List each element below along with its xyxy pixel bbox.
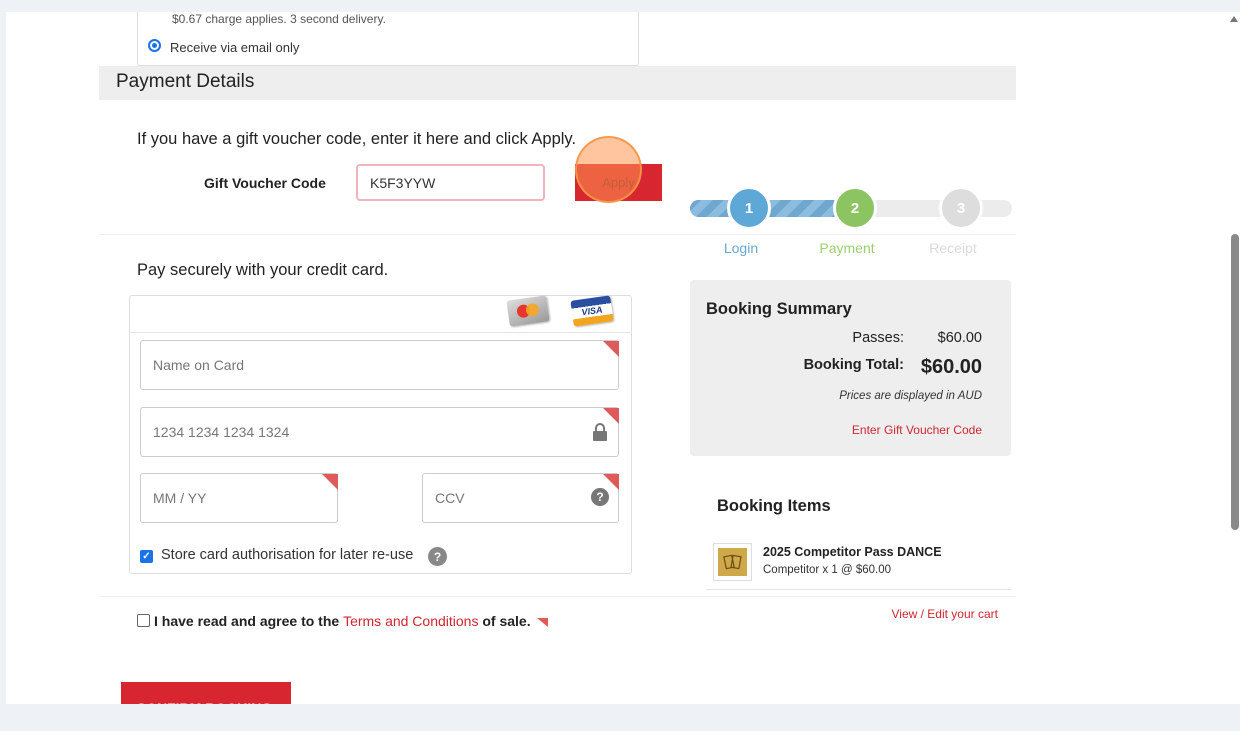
terms-checkbox[interactable] bbox=[137, 614, 150, 627]
ccv-input[interactable] bbox=[422, 473, 619, 523]
checkout-page: $0.67 charge applies. 3 second delivery.… bbox=[6, 12, 1227, 704]
step-payment-label: Payment bbox=[819, 240, 875, 256]
pay-securely-text: Pay securely with your credit card. bbox=[137, 261, 389, 279]
email-only-label[interactable]: Receive via email only bbox=[170, 40, 299, 55]
name-on-card-input[interactable] bbox=[140, 340, 619, 390]
mastercard-icon bbox=[506, 295, 550, 327]
terms-label: I have read and agree to the Terms and C… bbox=[154, 613, 531, 629]
required-marker bbox=[603, 341, 619, 357]
confirm-booking-button[interactable]: CONFIRM BOOKING bbox=[121, 682, 291, 704]
divider bbox=[99, 596, 1016, 597]
sms-delivery-note: $0.67 charge applies. 3 second delivery. bbox=[172, 12, 386, 26]
step-receipt-label: Receipt bbox=[929, 240, 977, 256]
lock-icon bbox=[593, 423, 607, 441]
edit-cart-link[interactable]: View / Edit your cart bbox=[892, 607, 999, 621]
visa-icon: VISA bbox=[570, 295, 614, 327]
item-thumbnail bbox=[713, 543, 752, 581]
terms-suffix: of sale. bbox=[478, 613, 531, 629]
card-form-divider bbox=[129, 332, 632, 333]
scroll-up-arrow[interactable] bbox=[1230, 16, 1238, 22]
email-only-radio[interactable] bbox=[148, 39, 161, 52]
scroll-thumb[interactable] bbox=[1231, 234, 1239, 530]
passes-value: $60.00 bbox=[937, 330, 982, 346]
store-card-label[interactable]: Store card authorisation for later re-us… bbox=[161, 547, 413, 563]
divider bbox=[99, 234, 1016, 235]
step-payment-circle: 2 bbox=[833, 186, 877, 230]
store-card-checkbox[interactable]: ✓ bbox=[140, 550, 153, 563]
enter-gift-voucher-link[interactable]: Enter Gift Voucher Code bbox=[852, 423, 982, 437]
required-marker bbox=[603, 408, 619, 424]
expiry-input[interactable] bbox=[140, 473, 338, 523]
terms-link[interactable]: Terms and Conditions bbox=[343, 613, 478, 629]
store-card-help-icon[interactable]: ? bbox=[428, 547, 447, 566]
required-marker bbox=[322, 474, 338, 490]
required-marker bbox=[603, 474, 619, 490]
step-login-circle: 1 bbox=[727, 186, 771, 230]
section-title: Payment Details bbox=[116, 71, 255, 92]
terms-prefix: I have read and agree to the bbox=[154, 613, 344, 629]
item-detail: Competitor x 1 @ $60.00 bbox=[763, 564, 892, 576]
required-marker bbox=[537, 618, 548, 627]
step-login-label: Login bbox=[723, 240, 759, 256]
step-receipt-circle: 3 bbox=[939, 186, 983, 230]
booking-items-title: Booking Items bbox=[717, 497, 831, 515]
booking-total-value: $60.00 bbox=[920, 356, 982, 378]
item-name: 2025 Competitor Pass DANCE bbox=[763, 545, 942, 559]
passes-label: Passes: bbox=[852, 330, 904, 346]
ticket-icon bbox=[718, 548, 747, 576]
card-number-input[interactable] bbox=[140, 407, 619, 457]
voucher-intro-text: If you have a gift voucher code, enter i… bbox=[137, 130, 577, 148]
voucher-code-label: Gift Voucher Code bbox=[204, 175, 326, 191]
click-indicator bbox=[575, 136, 642, 203]
ccv-help-icon[interactable]: ? bbox=[591, 488, 609, 506]
voucher-code-input[interactable] bbox=[356, 164, 545, 201]
booking-summary-title: Booking Summary bbox=[706, 300, 852, 318]
items-divider bbox=[706, 589, 1011, 590]
booking-total-label: Booking Total: bbox=[803, 357, 904, 373]
currency-note: Prices are displayed in AUD bbox=[839, 390, 982, 402]
